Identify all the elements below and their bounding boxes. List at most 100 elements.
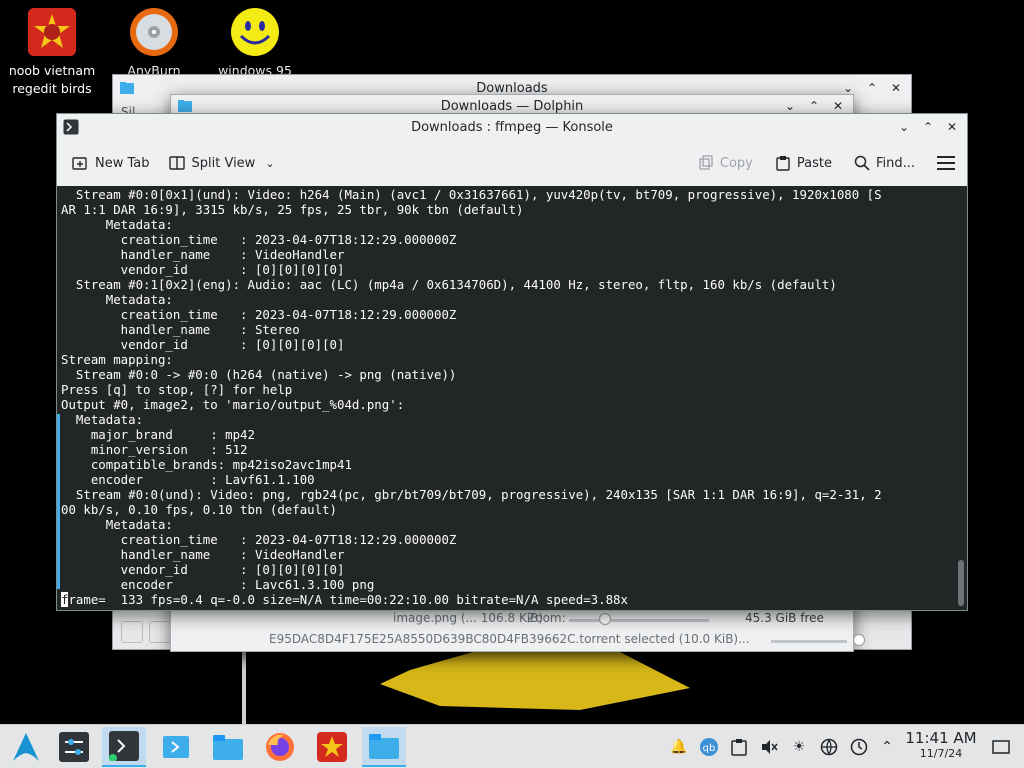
task-firefox[interactable] xyxy=(258,727,302,767)
terminal-icon xyxy=(63,119,79,135)
taskbar: 🔔 qb ☀ ⌃ 11:41 AM 11/7/24 xyxy=(0,724,1024,768)
task-dolphin-2[interactable] xyxy=(362,727,406,767)
terminal-icon xyxy=(109,731,139,761)
free-space: 45.3 GiB free xyxy=(745,611,824,625)
folder-icon xyxy=(120,82,134,94)
clock[interactable]: 11:41 AM 11/7/24 xyxy=(900,729,982,761)
maximize-icon[interactable]: ⌃ xyxy=(865,81,879,95)
folder-button[interactable] xyxy=(121,621,143,643)
find-button[interactable]: Find... xyxy=(854,155,915,171)
terminal-line: major_brand : mp42 xyxy=(61,427,255,442)
titlebar[interactable]: Downloads : ffmpeg — Konsole ⌄ ⌃ ✕ xyxy=(57,114,967,140)
clock-date: 11/7/24 xyxy=(919,747,963,760)
discover-icon xyxy=(163,736,189,758)
terminal-line: Metadata: xyxy=(61,517,173,532)
power-settings-icon[interactable] xyxy=(846,725,872,768)
terminal-progress-line: frame= 133 fps=0.4 q=-0.0 size=N/A time=… xyxy=(61,592,882,607)
terminal-line: creation_time : 2023-04-07T18:12:29.0000… xyxy=(61,232,457,247)
task-bird-app[interactable] xyxy=(310,727,354,767)
terminal-line: Metadata: xyxy=(61,412,144,427)
size-slider-handle[interactable] xyxy=(853,634,865,646)
window-title: Downloads — Dolphin xyxy=(440,98,584,114)
terminal-line: AR 1:1 DAR 16:9], 3315 kb/s, 25 fps, 25 … xyxy=(61,202,524,217)
qbittorrent-tray-icon[interactable]: qb xyxy=(696,725,722,768)
desktop-icon-label: noob vietnam regedit birds xyxy=(8,63,96,96)
close-icon[interactable]: ✕ xyxy=(889,81,903,95)
panel-button[interactable] xyxy=(149,621,171,643)
clock-time: 11:41 AM xyxy=(905,729,977,747)
paste-icon xyxy=(776,156,790,171)
terminal-line: creation_time : 2023-04-07T18:12:29.0000… xyxy=(61,307,457,322)
terminal-scrollbar[interactable] xyxy=(958,560,964,606)
copy-icon xyxy=(699,155,713,170)
firefox-icon xyxy=(266,733,294,761)
disc-burn-icon xyxy=(130,8,178,56)
svg-text:qb: qb xyxy=(703,743,716,754)
minimize-icon[interactable]: ⌄ xyxy=(783,99,797,113)
zoom-slider[interactable] xyxy=(569,619,709,622)
paste-label: Paste xyxy=(796,155,832,171)
paste-button[interactable]: Paste xyxy=(775,155,832,171)
minimize-icon[interactable]: ⌄ xyxy=(841,81,855,95)
chevron-up-icon[interactable]: ⌃ xyxy=(874,725,900,768)
clipboard-icon[interactable] xyxy=(726,725,752,768)
volume-muted-icon[interactable] xyxy=(756,725,782,768)
find-label: Find... xyxy=(875,155,915,171)
terminal-line: Press [q] to stop, [?] for help xyxy=(61,382,293,397)
size-slider[interactable] xyxy=(771,640,847,643)
selected-file: E95DAC8D4F175E25A8550D639BC80D4FB39662C.… xyxy=(269,632,750,646)
folder-icon xyxy=(178,100,192,112)
wallpaper-pole xyxy=(242,640,246,724)
command-output-marker xyxy=(57,414,60,589)
terminal-line: Metadata: xyxy=(61,217,173,232)
desktop-icon-noob-vietnam[interactable]: noob vietnam regedit birds xyxy=(0,0,104,98)
terminal-line: handler_name : VideoHandler xyxy=(61,547,345,562)
task-system-settings[interactable] xyxy=(52,727,96,767)
task-konsole[interactable] xyxy=(102,727,146,767)
chevron-down-icon: ⌄ xyxy=(265,156,275,170)
maximize-icon[interactable]: ⌃ xyxy=(921,120,935,134)
konsole-window[interactable]: Downloads : ffmpeg — Konsole ⌄ ⌃ ✕ New T… xyxy=(56,113,968,611)
network-icon[interactable] xyxy=(816,725,842,768)
split-view-icon xyxy=(168,156,185,170)
dolphin-status-bar: image.png (... 106.8 KiB) Zoom: 45.3 GiB… xyxy=(171,609,853,631)
show-desktop-icon[interactable] xyxy=(988,725,1014,768)
split-view-button[interactable]: Split View ⌄ xyxy=(168,154,275,172)
task-dolphin[interactable] xyxy=(206,727,250,767)
terminal-line: vendor_id : [0][0][0][0] xyxy=(61,337,345,352)
task-discover[interactable] xyxy=(154,727,198,767)
arch-logo-icon xyxy=(13,733,39,761)
hamburger-menu-icon[interactable] xyxy=(937,156,955,170)
terminal-line: 00 kb/s, 0.10 fps, 0.10 tbn (default) xyxy=(61,502,338,517)
terminal-line: creation_time : 2023-04-07T18:12:29.0000… xyxy=(61,532,457,547)
folder-icon xyxy=(369,734,399,759)
desktop-icon-anyburn[interactable]: AnyBurn xyxy=(102,0,206,80)
bird-app-icon xyxy=(317,732,347,762)
terminal-area[interactable]: Stream #0:0[0x1](und): Video: h264 (Main… xyxy=(57,186,967,610)
close-icon[interactable]: ✕ xyxy=(945,120,959,134)
notification-bell-icon[interactable]: 🔔 xyxy=(666,725,692,768)
new-tab-icon xyxy=(72,157,87,170)
application-launcher-button[interactable] xyxy=(4,727,48,767)
desktop-icon-windows95[interactable]: windows 95 xyxy=(203,0,307,80)
terminal-line: Stream #0:0(und): Video: png, rgb24(pc, … xyxy=(61,487,882,502)
maximize-icon[interactable]: ⌃ xyxy=(807,99,821,113)
terminal-line: vendor_id : [0][0][0][0] xyxy=(61,562,345,577)
split-view-label: Split View xyxy=(191,155,256,171)
copy-button[interactable]: Copy xyxy=(698,155,753,171)
smiley-icon xyxy=(231,8,279,56)
brightness-icon[interactable]: ☀ xyxy=(786,725,812,768)
search-icon xyxy=(854,155,870,171)
close-icon[interactable]: ✕ xyxy=(831,99,845,113)
terminal-line: Stream #0:0 -> #0:0 (h264 (native) -> pn… xyxy=(61,367,457,382)
copy-label: Copy xyxy=(719,155,753,171)
terminal-line: handler_name : Stereo xyxy=(61,322,300,337)
terminal-line: minor_version : 512 xyxy=(61,442,248,457)
zoom-label: Zoom: xyxy=(527,611,566,625)
terminal-line: vendor_id : [0][0][0][0] xyxy=(61,262,345,277)
terminal-line: Output #0, image2, to 'mario/output_%04d… xyxy=(61,397,405,412)
minimize-icon[interactable]: ⌄ xyxy=(897,120,911,134)
zoom-slider-handle[interactable] xyxy=(599,613,611,625)
new-tab-button[interactable]: New Tab xyxy=(71,154,150,172)
terminal-output: Stream #0:0[0x1](und): Video: h264 (Main… xyxy=(61,187,882,607)
